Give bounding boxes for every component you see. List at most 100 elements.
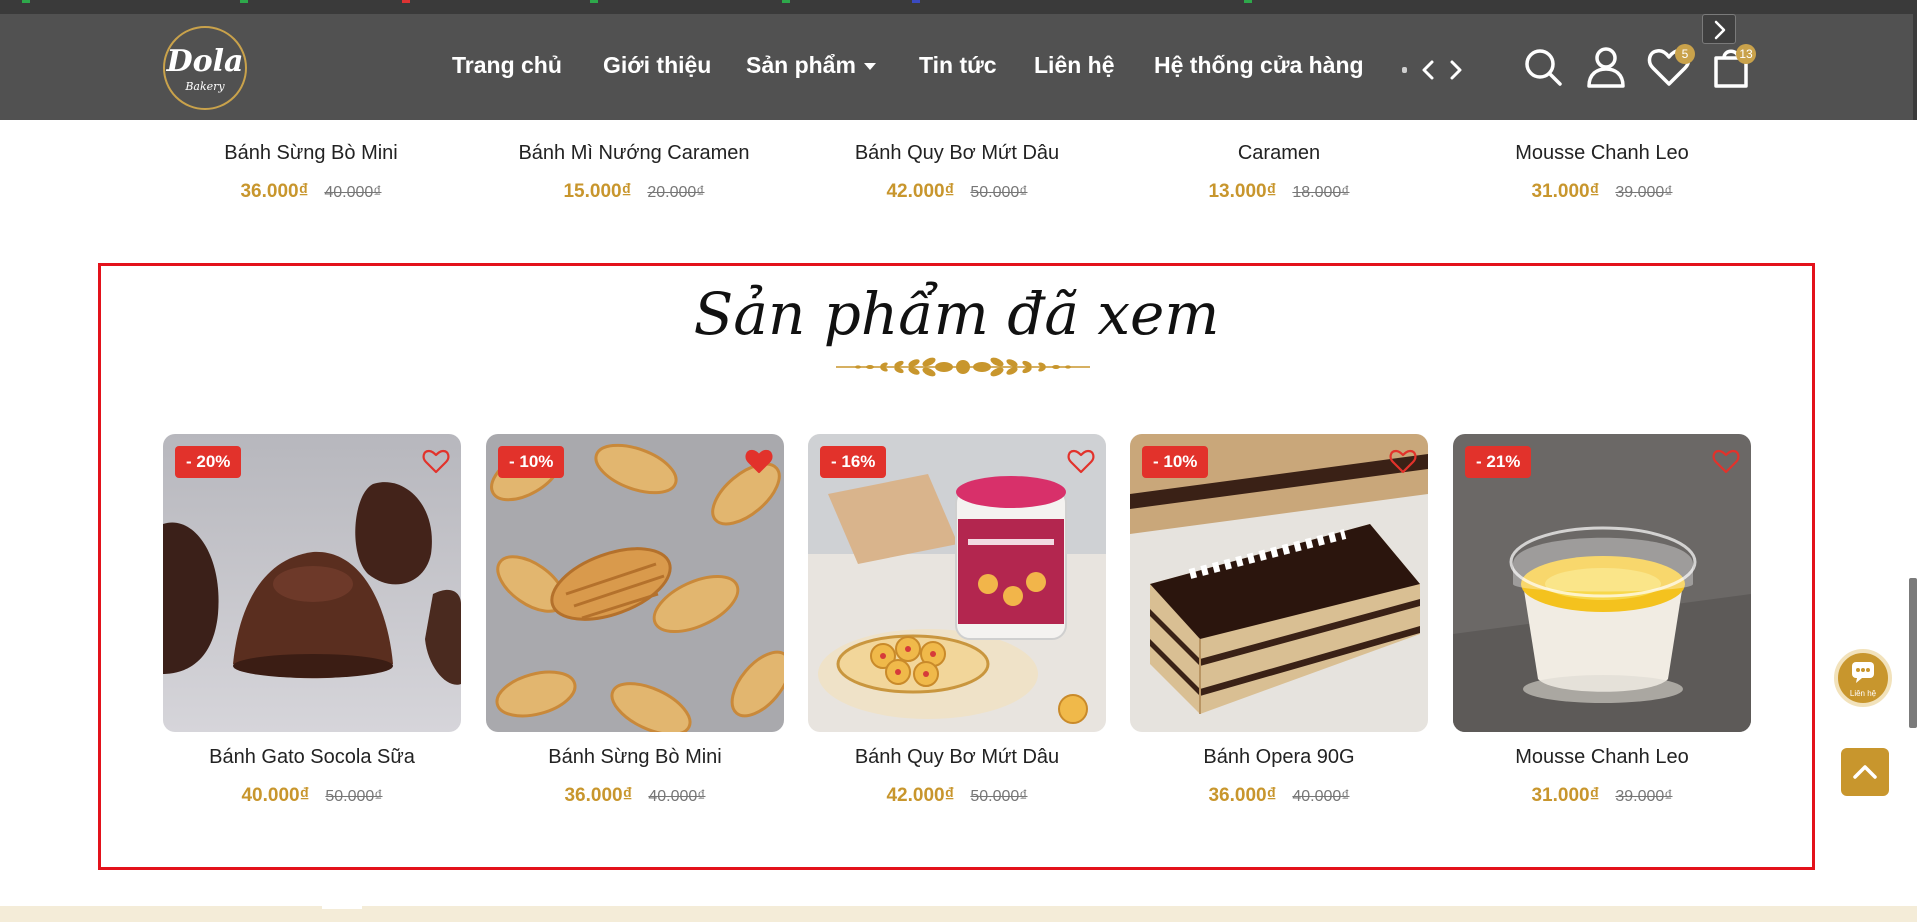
strip-mark [1244, 0, 1252, 3]
price-current: 36.000₫ [240, 181, 309, 202]
price-current: 36.000₫ [564, 785, 633, 806]
product-card[interactable]: - 10% Bánh Sừng Bò Mini 36.000₫ 40.000₫ [486, 434, 784, 807]
product-name[interactable]: Bánh Gato Socola Sữa [163, 746, 461, 769]
product-name[interactable]: Mousse Chanh Leo [1453, 746, 1751, 769]
search-icon[interactable] [1520, 44, 1566, 90]
strip-mark [402, 0, 410, 3]
chevron-right-icon[interactable] [1444, 58, 1466, 82]
nav-item-products[interactable]: Sản phẩm [746, 52, 876, 79]
price-current: 13.000₫ [1208, 181, 1277, 202]
product-photo [486, 434, 784, 732]
discount-badge: - 21% [1465, 446, 1532, 478]
price-old: 50.000₫ [325, 788, 383, 805]
cart-count-badge: 13 [1736, 44, 1756, 64]
product-item[interactable]: Caramen 13.000₫ 18.000₫ [1129, 142, 1429, 203]
wheat-divider-icon [836, 357, 1090, 377]
strip-mark [590, 0, 598, 3]
chat-label: Liên hệ [1849, 689, 1877, 698]
scrollbar-track [1913, 14, 1917, 120]
price-current: 36.000₫ [1208, 785, 1277, 806]
product-price: 42.000₫ 50.000₫ [807, 181, 1107, 203]
product-card[interactable]: - 16% Bánh Quy Bơ Mứt Dâu 42.000₫ 50.000₫ [808, 434, 1106, 807]
nav-item-about[interactable]: Giới thiệu [603, 52, 711, 79]
price-old: 20.000₫ [647, 184, 705, 201]
back-to-top-button[interactable] [1841, 748, 1889, 796]
strip-mark [240, 0, 248, 3]
product-price: 31.000₫ 39.000₫ [1452, 181, 1752, 203]
product-image[interactable]: - 21% [1453, 434, 1751, 732]
discount-badge: - 10% [498, 446, 565, 478]
section-title: Sản phẩm đã xem [693, 280, 1220, 348]
product-name[interactable]: Bánh Quy Bơ Mứt Dâu [808, 746, 1106, 769]
product-item[interactable]: Bánh Mì Nướng Caramen 15.000₫ 20.000₫ [484, 142, 784, 203]
nav-item-stores[interactable]: Hệ thống cửa hàng [1154, 52, 1364, 79]
product-card[interactable]: - 21% Mousse Chanh Leo 31.000₫ 39.000₫ [1453, 434, 1751, 807]
product-name[interactable]: Bánh Opera 90G [1130, 746, 1428, 769]
price-old: 18.000₫ [1292, 184, 1350, 201]
product-image[interactable]: - 20% [163, 434, 461, 732]
price-old: 40.000₫ [648, 788, 706, 805]
price-old: 39.000₫ [1615, 184, 1673, 201]
top-strip [0, 0, 1917, 14]
product-photo [1453, 434, 1751, 732]
strip-mark [782, 0, 790, 3]
product-photo [1130, 434, 1428, 732]
price-old: 39.000₫ [1615, 788, 1673, 805]
chevron-left-icon[interactable] [1418, 58, 1440, 82]
price-current: 31.000₫ [1531, 181, 1600, 202]
product-price: 40.000₫ 50.000₫ [163, 785, 461, 807]
heart-outline-icon[interactable] [1066, 446, 1096, 476]
next-button[interactable] [1702, 14, 1736, 44]
price-current: 42.000₫ [886, 785, 955, 806]
price-current: 15.000₫ [563, 181, 632, 202]
product-name[interactable]: Bánh Mì Nướng Caramen [484, 142, 784, 165]
product-photo [163, 434, 461, 732]
product-item[interactable]: Mousse Chanh Leo 31.000₫ 39.000₫ [1452, 142, 1752, 203]
product-photo [808, 434, 1106, 732]
product-card[interactable]: - 10% Bánh Opera 90G 36.000₫ 40.000₫ [1130, 434, 1428, 807]
site-header: Dola Bakery Trang chủ Giới thiệu Sản phẩ… [0, 14, 1917, 120]
product-image[interactable]: - 10% [1130, 434, 1428, 732]
product-name[interactable]: Caramen [1129, 142, 1429, 165]
user-icon[interactable] [1583, 44, 1629, 90]
price-current: 40.000₫ [241, 785, 310, 806]
product-name[interactable]: Bánh Sừng Bò Mini [161, 142, 461, 165]
caret-down-icon [863, 63, 876, 71]
main-nav: Trang chủ Giới thiệu Sản phẩm Tin tức Li… [0, 14, 1917, 120]
heart-filled-icon[interactable] [744, 446, 774, 476]
heart-outline-icon[interactable] [1711, 446, 1741, 476]
product-name[interactable]: Bánh Quy Bơ Mứt Dâu [807, 142, 1107, 165]
chevron-right-icon [1714, 20, 1726, 40]
strip-mark [22, 0, 30, 3]
product-name[interactable]: Bánh Sừng Bò Mini [486, 746, 784, 769]
product-image[interactable]: - 10% [486, 434, 784, 732]
product-price: 42.000₫ 50.000₫ [808, 785, 1106, 807]
nav-item-contact[interactable]: Liên hệ [1034, 52, 1115, 79]
heart-outline-icon[interactable] [421, 446, 451, 476]
price-current: 42.000₫ [886, 181, 955, 202]
product-item[interactable]: Bánh Sừng Bò Mini 36.000₫ 40.000₫ [161, 142, 461, 203]
price-current: 31.000₫ [1531, 785, 1600, 806]
chat-contact-button[interactable]: Liên hệ [1834, 649, 1892, 707]
product-card[interactable]: - 20% Bánh Gato Socola Sữa 40.000₫ 50.000… [163, 434, 461, 807]
product-image[interactable]: - 16% [808, 434, 1106, 732]
product-price: 36.000₫ 40.000₫ [1130, 785, 1428, 807]
product-price: 13.000₫ 18.000₫ [1129, 181, 1429, 203]
page-scrollbar[interactable] [1909, 578, 1917, 728]
nav-item-news[interactable]: Tin tức [919, 52, 997, 79]
product-name[interactable]: Mousse Chanh Leo [1452, 142, 1752, 165]
nav-overflow-dot [1402, 67, 1407, 73]
nav-item-home[interactable]: Trang chủ [452, 52, 562, 79]
product-price: 15.000₫ 20.000₫ [484, 181, 784, 203]
discount-badge: - 20% [175, 446, 242, 478]
nav-item-products-label: Sản phẩm [746, 52, 856, 78]
product-price: 36.000₫ 40.000₫ [161, 181, 461, 203]
footer-edge [0, 906, 1917, 922]
product-price: 31.000₫ 39.000₫ [1453, 785, 1751, 807]
chat-icon [1852, 662, 1874, 683]
heart-outline-icon[interactable] [1388, 446, 1418, 476]
footer-mark [322, 906, 362, 909]
product-item[interactable]: Bánh Quy Bơ Mứt Dâu 42.000₫ 50.000₫ [807, 142, 1107, 203]
chevron-up-icon [1853, 765, 1877, 779]
price-old: 40.000₫ [1292, 788, 1350, 805]
